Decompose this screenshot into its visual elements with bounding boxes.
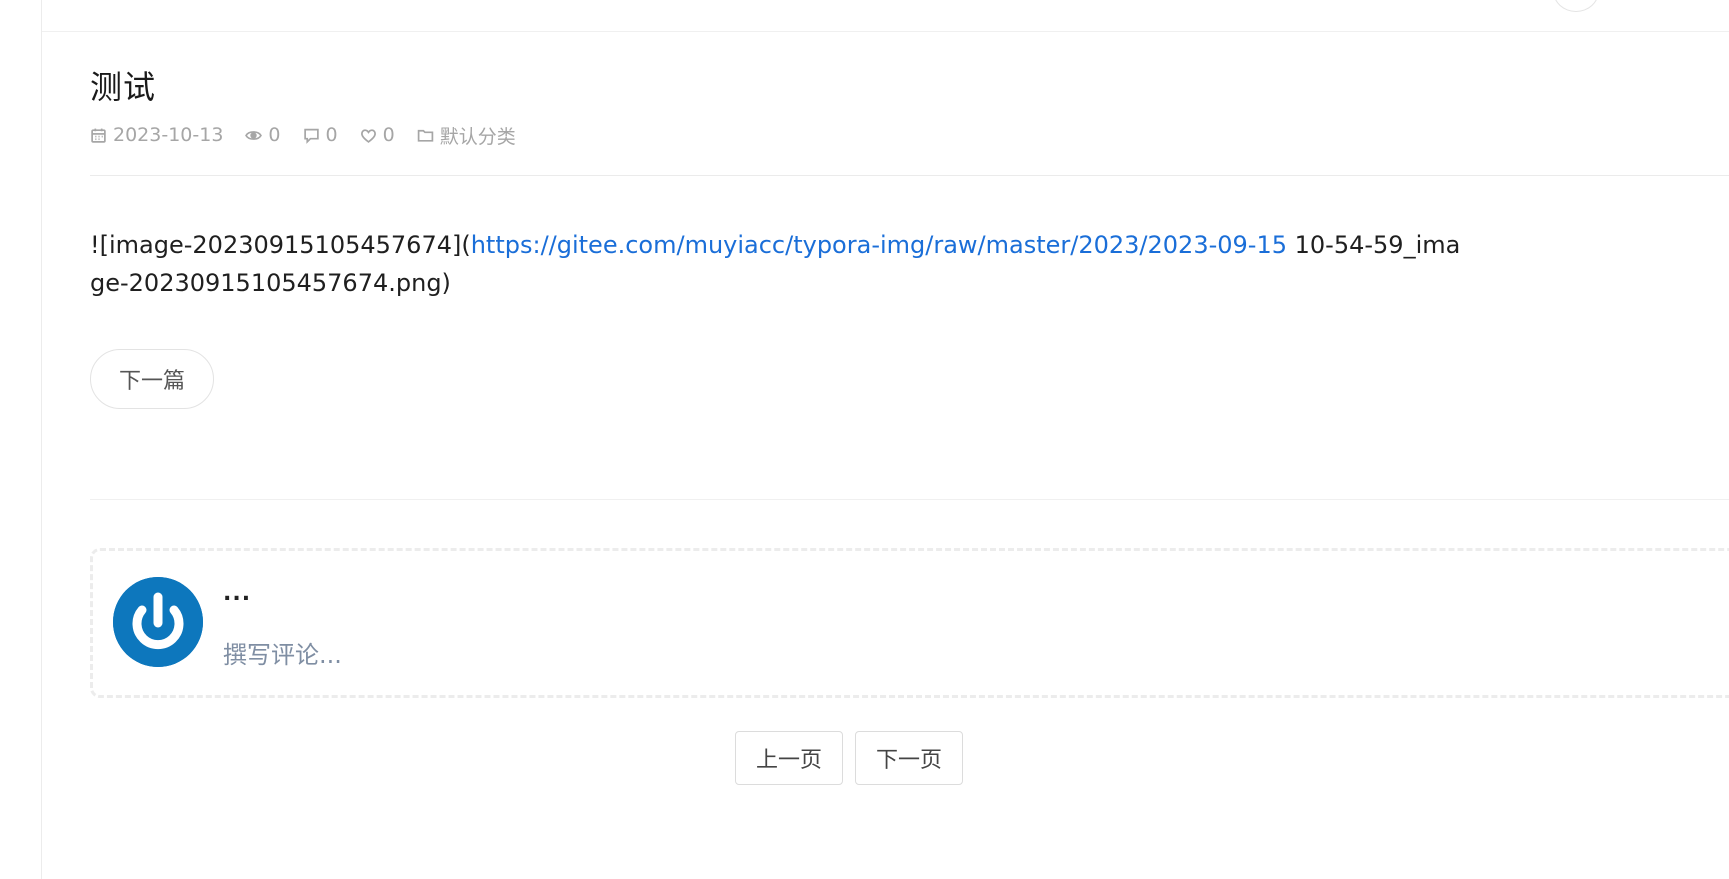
meta-likes[interactable]: 0 (360, 124, 395, 146)
meta-likes-count: 0 (382, 124, 395, 146)
meta-category[interactable]: 默认分类 (417, 122, 516, 149)
meta-views-count: 0 (268, 124, 281, 146)
meta-comments: 0 (303, 124, 338, 146)
comment-form[interactable]: ... 撰写评论... (90, 548, 1729, 698)
avatar (113, 577, 203, 667)
next-post-button[interactable]: 下一篇 (90, 349, 214, 409)
post-content-link[interactable]: https://gitee.com/muyiacc/typora-img/raw… (471, 231, 1287, 259)
calendar-icon (91, 128, 106, 143)
comment-icon (303, 128, 319, 144)
top-header (42, 0, 1729, 32)
next-page-button[interactable]: 下一页 (855, 731, 964, 785)
prev-page-button[interactable]: 上一页 (735, 731, 844, 785)
post-title: 测试 (90, 68, 157, 106)
page: 测试 2023-10-13 0 0 0 默认分类 ![image-2023091… (0, 0, 1729, 879)
header-round-button[interactable] (1553, 0, 1599, 12)
folder-icon (417, 129, 433, 142)
meta-divider (90, 175, 1729, 176)
meta-date-text: 2023-10-13 (113, 124, 224, 146)
meta-views: 0 (245, 124, 281, 146)
post-content: ![image-20230915105457674](https://gitee… (90, 226, 1470, 302)
power-icon (113, 577, 203, 667)
heart-icon[interactable] (360, 127, 377, 144)
post-content-prefix: ![image-20230915105457674]( (90, 231, 471, 259)
meta-date: 2023-10-13 (90, 124, 223, 146)
meta-comments-count: 0 (325, 124, 338, 146)
pagination: 上一页 下一页 (735, 731, 975, 785)
comments-divider (90, 499, 1729, 500)
eye-icon (245, 130, 263, 140)
comment-input[interactable]: 撰写评论... (223, 635, 342, 670)
sidebar-divider (41, 0, 42, 879)
comment-username: ... (223, 581, 252, 606)
meta-category-link[interactable]: 默认分类 (440, 122, 516, 149)
post-meta: 2023-10-13 0 0 0 默认分类 (90, 121, 538, 149)
